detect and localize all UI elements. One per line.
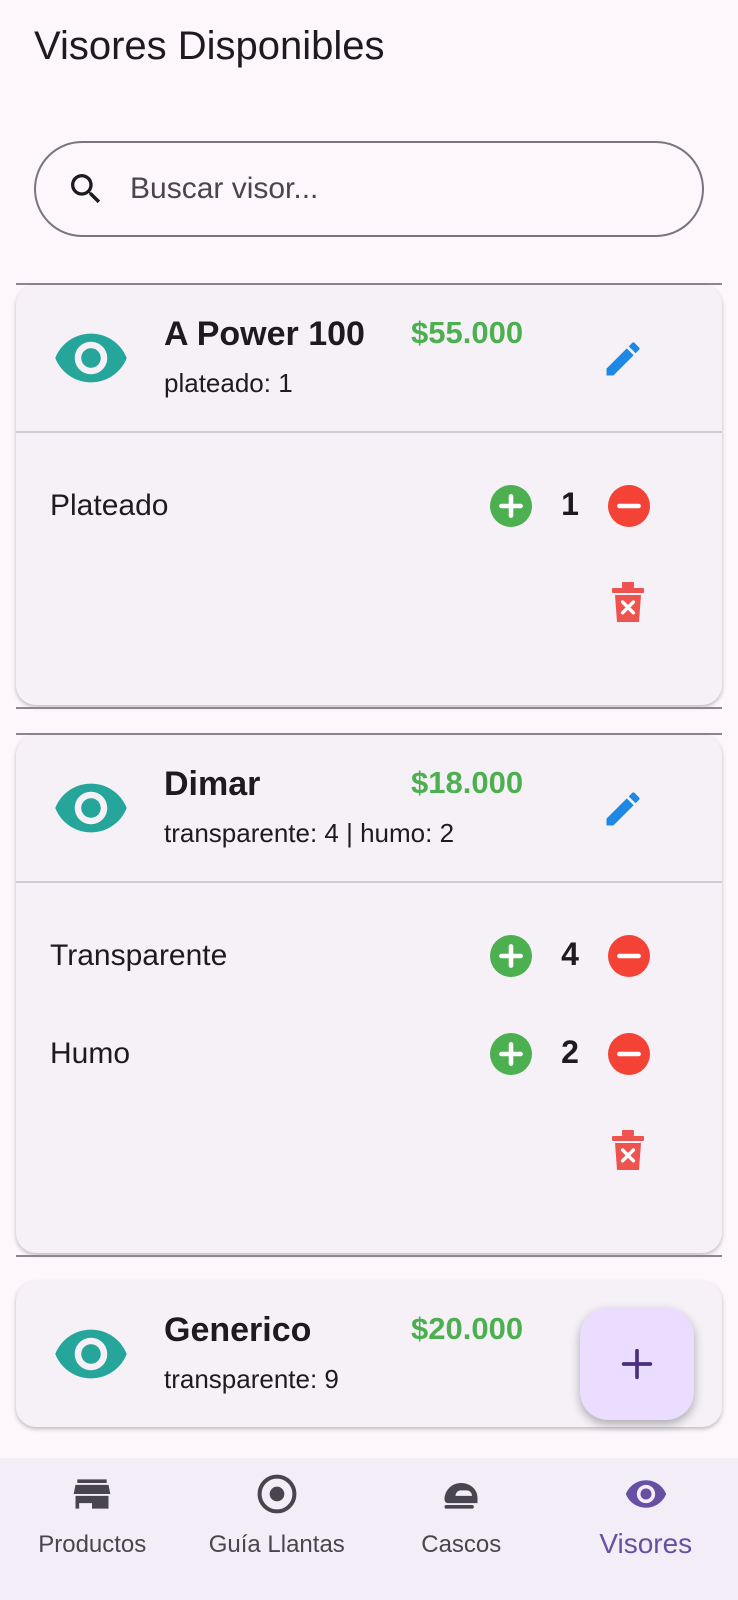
edit-icon[interactable]	[601, 787, 645, 831]
nav-label: Productos	[38, 1531, 147, 1558]
variant-row: Transparente 4	[16, 907, 722, 1005]
variant-quantity: 4	[561, 936, 579, 972]
nav-item-guia-llantas[interactable]: Guía Llantas	[185, 1458, 370, 1600]
increment-icon[interactable]	[490, 935, 532, 977]
visor-card[interactable]: A Power 100 $55.000 plateado: 1 Plateado…	[16, 285, 722, 705]
visor-name: A Power 100	[164, 315, 365, 353]
variant-label: Transparente	[50, 939, 228, 972]
nav-item-cascos[interactable]: Cascos	[369, 1458, 554, 1600]
decrement-icon[interactable]	[608, 935, 650, 977]
search-icon	[64, 167, 108, 211]
variant-label: Plateado	[50, 489, 169, 522]
visor-stock-summary: plateado: 1	[164, 368, 293, 398]
plus-icon	[621, 1348, 653, 1380]
visor-stock-summary: transparente: 9	[164, 1364, 339, 1394]
nav-label: Visores	[599, 1528, 693, 1559]
delete-icon[interactable]	[610, 579, 646, 623]
variant-label: Humo	[50, 1037, 131, 1070]
eye-icon	[55, 333, 127, 383]
eye-icon	[625, 1480, 666, 1508]
decrement-icon[interactable]	[608, 485, 650, 527]
visor-price: $20.000	[411, 1311, 524, 1346]
visor-price: $18.000	[411, 765, 524, 800]
nav-item-productos[interactable]: Productos	[0, 1458, 185, 1600]
search-bar[interactable]	[34, 141, 704, 237]
variant-row: Plateado 1	[16, 457, 722, 555]
card-actions	[16, 1103, 722, 1223]
visor-name: Dimar	[164, 765, 261, 803]
nav-label: Cascos	[421, 1531, 502, 1558]
helmet-icon	[444, 1483, 478, 1509]
delete-icon[interactable]	[610, 1127, 646, 1171]
increment-icon[interactable]	[490, 485, 532, 527]
visor-card-body: Transparente 4 Humo 2	[16, 881, 722, 1223]
variant-quantity: 1	[561, 486, 579, 522]
visor-card-header[interactable]: A Power 100 $55.000 plateado: 1	[16, 285, 722, 431]
variant-quantity: 2	[561, 1034, 579, 1070]
visor-stock-summary: transparente: 4 | humo: 2	[164, 818, 455, 848]
bottom-navigation: Productos Guía Llantas Cascos Visores	[0, 1458, 738, 1600]
eye-icon	[55, 783, 127, 833]
card-actions	[16, 555, 722, 675]
visor-list[interactable]: A Power 100 $55.000 plateado: 1 Plateado…	[0, 283, 738, 1458]
visor-price: $55.000	[411, 315, 524, 350]
visor-card[interactable]: Dimar $18.000 transparente: 4 | humo: 2 …	[16, 735, 722, 1253]
tire-icon	[257, 1474, 297, 1514]
search-input[interactable]	[130, 172, 650, 206]
nav-item-visores[interactable]: Visores	[554, 1458, 738, 1600]
visor-name: Generico	[164, 1311, 312, 1349]
store-icon	[73, 1479, 111, 1509]
increment-icon[interactable]	[490, 1033, 532, 1075]
decrement-icon[interactable]	[608, 1033, 650, 1075]
eye-icon	[55, 1329, 127, 1379]
page-title: Visores Disponibles	[34, 24, 385, 68]
nav-label: Guía Llantas	[208, 1531, 345, 1558]
visor-card-body: Plateado 1	[16, 431, 722, 675]
edit-icon[interactable]	[601, 337, 645, 381]
variant-row: Humo 2	[16, 1005, 722, 1103]
add-visor-button[interactable]	[580, 1308, 694, 1420]
visor-card-header[interactable]: Dimar $18.000 transparente: 4 | humo: 2	[16, 735, 722, 881]
